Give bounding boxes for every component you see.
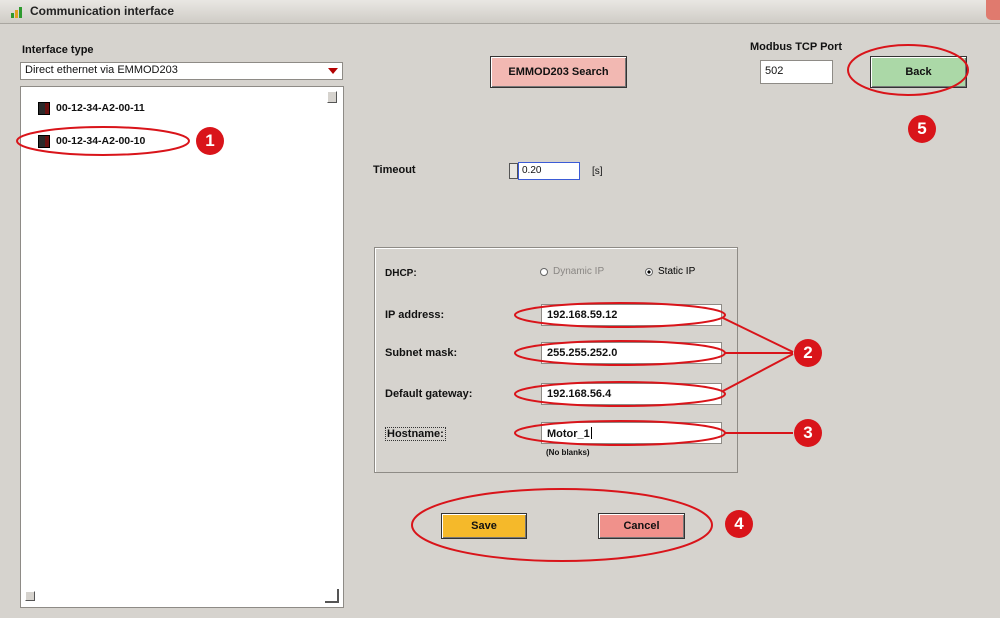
- interface-type-label: Interface type: [22, 44, 94, 56]
- device-label: 00-12-34-A2-00-11: [56, 102, 145, 114]
- callout-badge-1: 1: [196, 127, 224, 155]
- ip-address-input[interactable]: 192.168.59.12: [541, 304, 722, 326]
- modbus-tcp-port-input[interactable]: 502: [760, 60, 833, 84]
- close-window-button[interactable]: [986, 0, 1000, 20]
- ip-address-label: IP address:: [385, 309, 445, 321]
- scroll-up-button[interactable]: [327, 91, 337, 103]
- device-icon: [38, 101, 50, 115]
- hostname-hint: (No blanks): [546, 448, 590, 457]
- subnet-mask-input[interactable]: 255.255.252.0: [541, 342, 722, 364]
- radio-off-icon: [540, 267, 548, 276]
- callout-badge-5: 5: [908, 115, 936, 143]
- timeout-unit: [s]: [592, 166, 603, 177]
- hostname-label: Hostname:: [385, 427, 446, 441]
- timeout-input[interactable]: 0.20: [518, 162, 580, 180]
- app-chart-icon: [11, 7, 22, 18]
- chevron-down-icon[interactable]: [328, 68, 338, 74]
- callout-badge-4: 4: [725, 510, 753, 538]
- communication-interface-window: Communication interface Interface type D…: [0, 0, 1000, 618]
- static-ip-label: Static IP: [658, 266, 696, 277]
- timeout-spinner[interactable]: [509, 163, 518, 179]
- hostname-value: Motor_1: [547, 428, 590, 440]
- device-label: 00-12-34-A2-00-10: [56, 135, 146, 147]
- resize-grip-icon[interactable]: [325, 589, 339, 603]
- hostname-input[interactable]: Motor_1: [541, 422, 722, 444]
- text-caret: [590, 427, 592, 439]
- list-item-device-10[interactable]: 00-12-34-A2-00-10: [38, 132, 145, 150]
- title-bar: Communication interface: [0, 0, 1000, 24]
- emmod203-search-button[interactable]: EMMOD203 Search: [490, 56, 627, 88]
- static-ip-radio[interactable]: Static IP: [645, 266, 695, 277]
- window-title: Communication interface: [30, 4, 175, 18]
- scroll-left-button[interactable]: [25, 591, 35, 601]
- subnet-mask-label: Subnet mask:: [385, 347, 458, 359]
- default-gateway-label: Default gateway:: [385, 388, 473, 400]
- modbus-tcp-port-label: Modbus TCP Port: [750, 41, 843, 53]
- radio-on-icon: [645, 267, 653, 276]
- list-item-device-11[interactable]: 00-12-34-A2-00-11: [38, 99, 145, 117]
- dhcp-label: DHCP:: [385, 268, 417, 279]
- dynamic-ip-radio[interactable]: Dynamic IP: [540, 266, 604, 277]
- default-gateway-input[interactable]: 192.168.56.4: [541, 383, 722, 405]
- interface-type-value: Direct ethernet via EMMOD203: [25, 64, 178, 76]
- dynamic-ip-label: Dynamic IP: [553, 266, 605, 277]
- timeout-label: Timeout: [373, 164, 416, 176]
- device-icon: [38, 134, 50, 148]
- save-button[interactable]: Save: [441, 513, 527, 539]
- device-list[interactable]: 00-12-34-A2-00-11 00-12-34-A2-00-10: [20, 86, 344, 608]
- cancel-button[interactable]: Cancel: [598, 513, 685, 539]
- back-button[interactable]: Back: [870, 56, 967, 88]
- callout-badge-2: 2: [794, 339, 822, 367]
- callout-badge-3: 3: [794, 419, 822, 447]
- interface-type-dropdown[interactable]: Direct ethernet via EMMOD203: [20, 62, 343, 80]
